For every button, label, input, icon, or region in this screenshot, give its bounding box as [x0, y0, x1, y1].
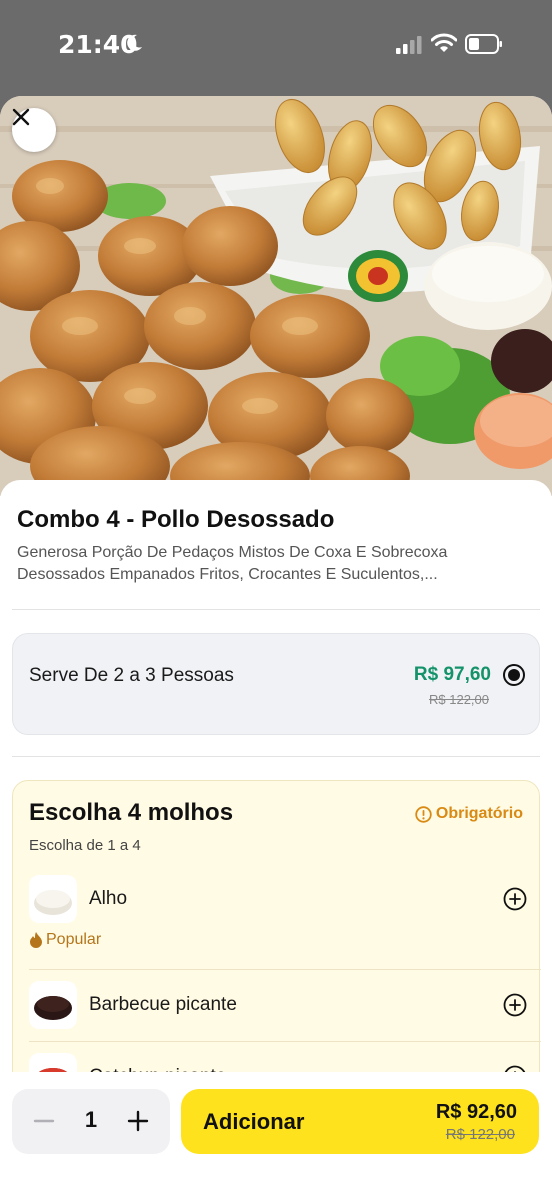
moon-icon [127, 34, 142, 51]
size-option-label: Serve De 2 a 3 Pessoas [29, 665, 234, 686]
popular-label: Popular [46, 931, 102, 948]
flame-icon [30, 932, 42, 948]
sauce-option-barbecue-picante[interactable]: Barbecue picante [13, 981, 541, 1043]
sauce-group-subtitle: Escolha de 1 a 4 [29, 837, 141, 854]
product-title: Combo 4 - Pollo Desossado [17, 506, 335, 533]
add-to-cart-button[interactable]: Adicionar R$ 92,60 R$ 122,00 [181, 1089, 539, 1154]
size-option-radio[interactable] [503, 664, 525, 686]
product-sheet: Combo 4 - Pollo Desossado Generosa Porçã… [0, 96, 552, 1200]
bottom-action-bar: 1 Adicionar R$ 92,60 R$ 122,00 [0, 1072, 552, 1200]
product-description: Generosa Porção De Pedaços Mistos De Cox… [17, 544, 448, 583]
sauce-group-title: Escolha 4 molhos [29, 799, 234, 826]
signal-icon [396, 36, 422, 54]
plus-circle-icon[interactable] [503, 887, 527, 911]
option-divider [29, 1041, 541, 1042]
quantity-value: 1 [84, 1107, 98, 1132]
required-badge: Obrigatório [415, 805, 523, 823]
add-button-price: R$ 92,60 [435, 1101, 517, 1123]
add-button-old-price: R$ 122,00 [445, 1126, 515, 1143]
status-bar: 21:40 [0, 0, 552, 92]
quantity-stepper: 1 [12, 1089, 170, 1154]
minus-icon[interactable] [32, 1109, 56, 1133]
plus-circle-icon[interactable] [503, 993, 527, 1017]
wifi-icon [431, 33, 457, 52]
plus-icon[interactable] [126, 1109, 150, 1133]
popular-badge: Popular [29, 931, 101, 949]
sauce-option-name: Alho [89, 888, 128, 909]
size-option-card[interactable]: Serve De 2 a 3 Pessoas R$ 97,60 R$ 122,0… [12, 633, 540, 735]
divider [12, 756, 540, 757]
required-label: Obrigatório [435, 805, 523, 822]
sauce-thumbnail [29, 875, 77, 923]
close-icon [12, 108, 30, 126]
option-divider [29, 969, 541, 970]
alert-circle-icon [415, 805, 432, 823]
close-button[interactable] [12, 108, 56, 152]
product-image [0, 96, 552, 496]
add-button-label: Adicionar [203, 1109, 305, 1134]
sauce-option-alho[interactable]: Alho Popular [13, 871, 541, 969]
divider [12, 609, 540, 610]
battery-icon [465, 34, 502, 54]
product-photo [0, 96, 552, 496]
size-option-old-price: R$ 122,00 [429, 692, 489, 707]
size-option-price: R$ 97,60 [413, 664, 491, 685]
sauce-thumbnail [29, 981, 77, 1029]
sauce-option-name: Barbecue picante [89, 994, 237, 1015]
